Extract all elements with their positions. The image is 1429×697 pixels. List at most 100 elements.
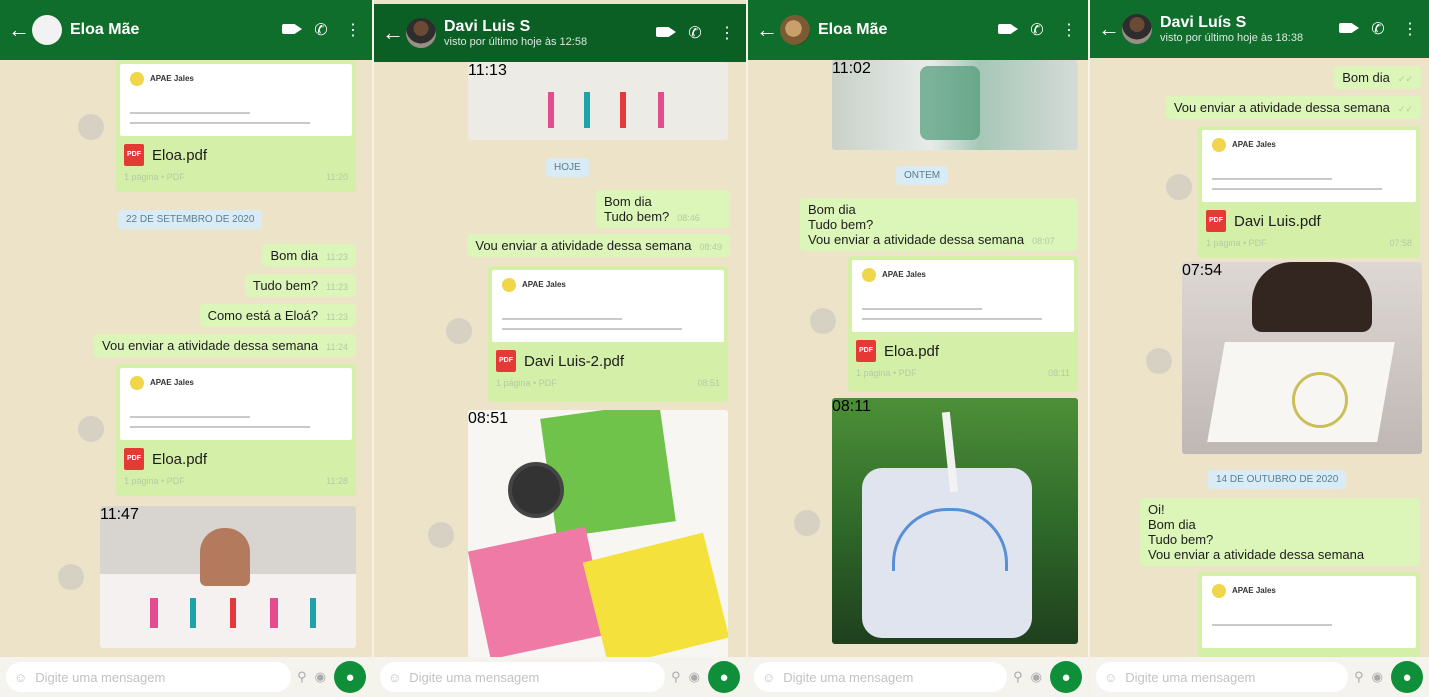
- message-bubble[interactable]: Tudo bem? 11:23: [244, 274, 356, 297]
- message-input[interactable]: ☺ Digite uma mensagem: [6, 662, 292, 692]
- chat-area: Bom dia ✓✓ Vou enviar a atividade dessa s…: [1090, 60, 1429, 662]
- phone-icon[interactable]: ✆: [1365, 19, 1391, 39]
- document-message[interactable]: APAE Jales PDF Eloa.pdf 1 página • PDF 08:…: [848, 256, 1078, 392]
- forward-icon[interactable]: [1146, 348, 1172, 374]
- mic-button[interactable]: ●: [708, 661, 740, 693]
- phone-icon[interactable]: ✆: [308, 20, 334, 40]
- contact-name[interactable]: Davi Luis S: [444, 18, 650, 36]
- emoji-icon[interactable]: ☺: [388, 670, 401, 685]
- phone-icon[interactable]: ✆: [1024, 20, 1050, 40]
- chat-panel-davi-2: ← Davi Luís Svisto por último hoje às 18…: [1090, 0, 1429, 697]
- forward-icon[interactable]: [58, 564, 84, 590]
- date-chip: 14 DE OUTUBRO DE 2020: [1208, 470, 1347, 489]
- image-message[interactable]: 11:02: [832, 60, 1078, 150]
- document-message[interactable]: APAE Jales PDF Eloa.pdf 1 página • PDF 11:…: [116, 60, 356, 192]
- message-input[interactable]: ☺ Digite uma mensagem: [754, 662, 1008, 692]
- emoji-icon[interactable]: ☺: [762, 670, 775, 685]
- pdf-icon: PDF: [1206, 210, 1226, 232]
- camera-icon[interactable]: ◉: [1372, 669, 1383, 685]
- message-bubble[interactable]: Vou enviar a atividade dessa semana 08:49: [467, 234, 730, 257]
- yellow-card: [582, 532, 728, 658]
- image-message[interactable]: 11:47: [100, 506, 356, 648]
- forward-icon[interactable]: [1166, 174, 1192, 200]
- message-bubble[interactable]: Bom dia 11:23: [262, 244, 356, 267]
- chat-panel-eloa-1: ← Eloa Mãe ✆ ⋮ APAE Jales PDF Eloa.pdf 1 …: [0, 0, 372, 697]
- camera-icon[interactable]: ◉: [1031, 669, 1042, 685]
- document-message[interactable]: APAE Jales: [1198, 572, 1420, 662]
- forward-icon[interactable]: [446, 318, 472, 344]
- video-call-icon[interactable]: [992, 21, 1018, 39]
- message-bubble[interactable]: Bom dia Tudo bem? 08:46: [596, 190, 730, 228]
- video-call-icon[interactable]: [276, 21, 302, 39]
- attach-icon[interactable]: ⚲: [671, 669, 681, 685]
- message-bubble[interactable]: Como está a Eloá? 11:23: [199, 304, 356, 327]
- image-message[interactable]: 08:11: [832, 398, 1078, 644]
- contact-avatar[interactable]: [32, 15, 62, 45]
- contact-name[interactable]: Eloa Mãe: [70, 21, 276, 39]
- phone-icon[interactable]: ✆: [682, 23, 708, 43]
- contact-name[interactable]: Eloa Mãe: [818, 21, 992, 39]
- message-bubble[interactable]: Bom dia Tudo bem? Vou enviar a atividade d…: [800, 198, 1078, 251]
- date-chip: ONTEM: [896, 166, 949, 185]
- mic-button[interactable]: ●: [1391, 661, 1423, 693]
- green-card: [540, 410, 676, 538]
- contact-name[interactable]: Davi Luís S: [1160, 14, 1333, 32]
- message-bubble[interactable]: Vou enviar a atividade dessa semana 11:24: [94, 334, 356, 357]
- image-message[interactable]: 08:51: [468, 410, 728, 658]
- mic-button[interactable]: ●: [334, 661, 366, 693]
- document-thumbnail: APAE Jales: [1202, 576, 1416, 648]
- menu-icon[interactable]: ⋮: [340, 20, 366, 40]
- activity-lines: [150, 598, 350, 628]
- message-bubble[interactable]: Vou enviar a atividade dessa semana ✓✓: [1165, 96, 1421, 119]
- document-message[interactable]: APAE Jales PDF Davi Luis.pdf 1 página • P…: [1198, 126, 1420, 258]
- camera-icon[interactable]: ◉: [689, 669, 700, 685]
- mic-button[interactable]: ●: [1050, 661, 1082, 693]
- message-input[interactable]: ☺ Digite uma mensagem: [1096, 662, 1349, 692]
- document-thumbnail: APAE Jales: [492, 270, 724, 342]
- document-thumbnail: APAE Jales: [120, 368, 352, 440]
- attach-icon[interactable]: ⚲: [297, 669, 307, 685]
- forward-icon[interactable]: [428, 522, 454, 548]
- contact-avatar[interactable]: [1122, 14, 1152, 44]
- document-message[interactable]: APAE Jales PDF Eloa.pdf 1 página • PDF 11:…: [116, 364, 356, 496]
- chat-header: ← Davi Luís Svisto por último hoje às 18…: [1090, 0, 1429, 58]
- back-arrow-icon[interactable]: ←: [756, 17, 778, 43]
- attach-icon[interactable]: ⚲: [1013, 669, 1023, 685]
- file-name: Davi Luis.pdf: [1234, 212, 1321, 230]
- camera-icon[interactable]: ◉: [315, 669, 326, 685]
- document-thumbnail: APAE Jales: [852, 260, 1074, 332]
- back-arrow-icon[interactable]: ←: [8, 17, 30, 43]
- video-call-icon[interactable]: [650, 24, 676, 42]
- message-bubble[interactable]: Oi! Bom dia Tudo bem? Vou enviar a atividad…: [1140, 498, 1420, 566]
- composer: ☺ Digite uma mensagem ⚲ ◉ ●: [1090, 657, 1429, 697]
- attach-icon[interactable]: ⚲: [1354, 669, 1364, 685]
- file-name: Eloa.pdf: [152, 450, 208, 468]
- child-head: [1252, 262, 1372, 332]
- file-name: Eloa.pdf: [884, 342, 940, 360]
- forward-icon[interactable]: [78, 114, 104, 140]
- image-message[interactable]: 07:54: [1182, 262, 1422, 454]
- document-message[interactable]: APAE Jales PDF Davi Luis-2.pdf 1 página •…: [488, 266, 728, 402]
- forward-icon[interactable]: [794, 510, 820, 536]
- video-call-icon[interactable]: [1333, 20, 1359, 38]
- back-arrow-icon[interactable]: ←: [382, 20, 404, 46]
- emoji-icon[interactable]: ☺: [1104, 670, 1117, 685]
- chat-header: ← Eloa Mãe ✆ ⋮: [0, 0, 372, 60]
- chat-area: 11:02 ONTEM Bom dia Tudo bem? Vou enviar a…: [748, 60, 1088, 657]
- back-arrow-icon[interactable]: ←: [1098, 16, 1120, 42]
- face-drawing: [1292, 372, 1348, 428]
- menu-icon[interactable]: ⋮: [1397, 19, 1423, 39]
- message-bubble[interactable]: Bom dia ✓✓: [1334, 66, 1421, 89]
- emoji-icon[interactable]: ☺: [14, 670, 27, 685]
- message-input[interactable]: ☺ Digite uma mensagem: [380, 662, 666, 692]
- menu-icon[interactable]: ⋮: [714, 23, 740, 43]
- forward-icon[interactable]: [810, 308, 836, 334]
- file-name: Davi Luis-2.pdf: [524, 352, 625, 370]
- menu-icon[interactable]: ⋮: [1056, 20, 1082, 40]
- forward-icon[interactable]: [78, 416, 104, 442]
- contact-avatar[interactable]: [406, 18, 436, 48]
- contact-avatar[interactable]: [780, 15, 810, 45]
- child-figure: [200, 528, 250, 586]
- message-time: 11:28: [326, 476, 348, 486]
- image-message[interactable]: 11:13: [468, 62, 728, 140]
